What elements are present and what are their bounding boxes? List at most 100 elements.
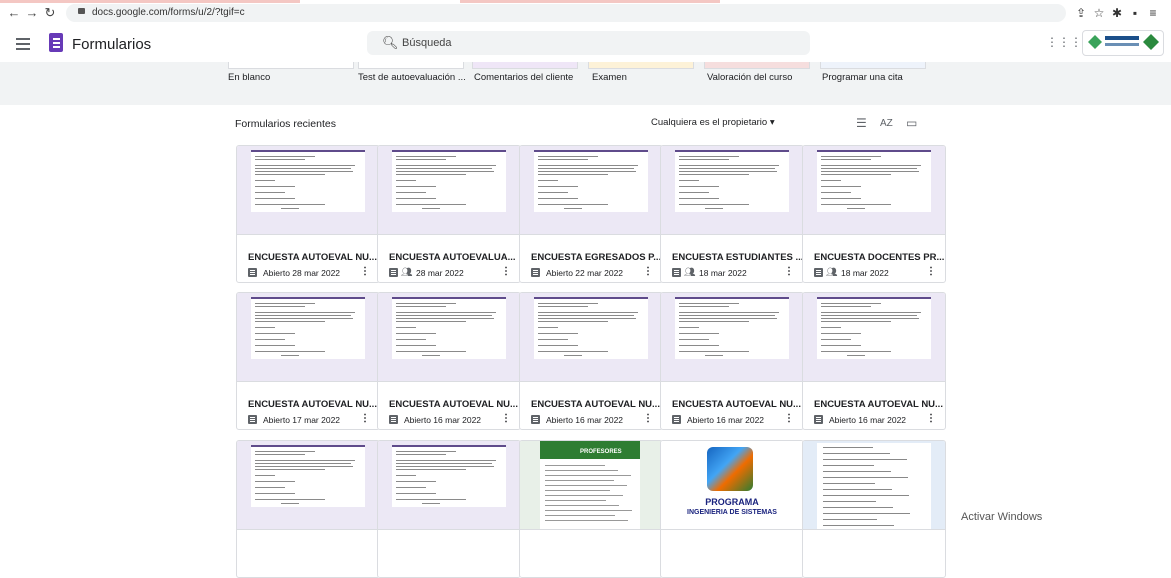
form-thumbnail[interactable]: PROFESORES xyxy=(520,441,662,530)
extensions-icon[interactable]: ✱ xyxy=(1109,5,1125,21)
form-card[interactable] xyxy=(802,440,946,578)
account-logo[interactable] xyxy=(1082,30,1164,56)
form-date: 28 mar 2022 xyxy=(416,268,464,278)
form-thumbnail[interactable] xyxy=(803,441,945,530)
form-thumbnail[interactable]: PROGRAMA INGENIERIA DE SISTEMAS xyxy=(661,441,803,530)
form-card[interactable]: ENCUESTA AUTOEVALUA... 👥︎ 28 mar 2022 ⋮ xyxy=(377,145,521,283)
form-thumbnail[interactable] xyxy=(803,146,945,235)
list-view-icon[interactable]: ☰ xyxy=(856,116,867,130)
share-icon[interactable]: ⇪ xyxy=(1073,5,1089,21)
preview-line xyxy=(705,208,723,209)
preview-line xyxy=(396,306,446,307)
more-options-icon[interactable]: ⋮ xyxy=(643,413,653,424)
preview-line xyxy=(396,168,492,169)
form-card[interactable]: ENCUESTA DOCENTES PR... 👥︎ 18 mar 2022 ⋮ xyxy=(802,145,946,283)
form-date: 18 mar 2022 xyxy=(841,268,889,278)
form-thumbnail[interactable] xyxy=(520,146,662,235)
template-label[interactable]: Test de autoevaluación ... xyxy=(358,72,466,83)
form-thumbnail[interactable] xyxy=(378,146,520,235)
form-date: 18 mar 2022 xyxy=(699,268,747,278)
preview-line xyxy=(847,208,865,209)
form-thumbnail[interactable] xyxy=(378,441,520,530)
preview-line xyxy=(847,355,865,356)
preview-line xyxy=(545,470,618,471)
form-card[interactable] xyxy=(377,440,521,578)
form-thumbnail[interactable] xyxy=(520,293,662,382)
form-thumbnail[interactable] xyxy=(803,293,945,382)
more-options-icon[interactable]: ⋮ xyxy=(926,413,936,424)
preview-line xyxy=(821,165,921,166)
preview-line xyxy=(255,198,295,199)
preview-line xyxy=(679,186,719,187)
sort-az-icon[interactable]: AZ xyxy=(880,118,893,129)
preview-line xyxy=(821,345,861,346)
form-thumbnail[interactable] xyxy=(661,293,803,382)
program-subtitle: INGENIERIA DE SISTEMAS xyxy=(687,509,777,516)
preview-line xyxy=(422,355,440,356)
preview-line xyxy=(821,198,861,199)
reload-icon[interactable]: ↻ xyxy=(42,5,58,21)
form-thumbnail[interactable] xyxy=(661,146,803,235)
preview-line xyxy=(396,339,426,340)
form-card[interactable]: ENCUESTA AUTOEVAL NU... Abierto 16 mar 20… xyxy=(377,292,521,430)
form-title: ENCUESTA AUTOEVAL NU... xyxy=(248,252,377,263)
form-card[interactable]: ENCUESTA AUTOEVAL NU... Abierto 28 mar 20… xyxy=(236,145,380,283)
form-thumbnail[interactable] xyxy=(378,293,520,382)
form-card[interactable]: ENCUESTA AUTOEVAL NU... Abierto 17 mar 20… xyxy=(236,292,380,430)
form-thumbnail[interactable] xyxy=(237,146,379,235)
window-icon[interactable]: ▪ xyxy=(1127,5,1143,21)
more-options-icon[interactable]: ⋮ xyxy=(784,413,794,424)
template-label[interactable]: Examen xyxy=(592,72,627,83)
back-icon[interactable]: ← xyxy=(6,5,22,21)
preview-line xyxy=(679,345,719,346)
form-thumbnail[interactable] xyxy=(237,293,379,382)
more-options-icon[interactable]: ⋮ xyxy=(926,266,936,277)
preview-line xyxy=(538,192,568,193)
preview-line xyxy=(396,198,436,199)
search-icon[interactable]: 🔍︎ xyxy=(382,35,399,51)
form-card[interactable]: ENCUESTA AUTOEVAL NU... Abierto 16 mar 20… xyxy=(660,292,804,430)
form-thumbnail[interactable] xyxy=(237,441,379,530)
owner-filter-dropdown[interactable]: Cualquiera es el propietario ▾ xyxy=(651,117,775,128)
template-thumb[interactable] xyxy=(228,62,354,69)
form-card[interactable]: ENCUESTA ESTUDIANTES ... 👥︎ 18 mar 2022 ⋮ xyxy=(660,145,804,283)
template-thumb[interactable] xyxy=(472,62,578,69)
preview-line xyxy=(255,312,355,313)
form-card[interactable]: ENCUESTA AUTOEVAL NU... Abierto 16 mar 20… xyxy=(519,292,663,430)
main-menu-icon[interactable] xyxy=(16,36,30,50)
more-options-icon[interactable]: ⋮ xyxy=(360,413,370,424)
template-label[interactable]: En blanco xyxy=(228,72,270,83)
template-thumb[interactable] xyxy=(820,62,926,69)
template-thumb[interactable] xyxy=(704,62,810,69)
apps-grid-icon[interactable]: ⋮⋮⋮ xyxy=(1046,35,1082,49)
form-date: Abierto 17 mar 2022 xyxy=(263,415,341,425)
preview-line xyxy=(396,499,466,500)
browser-menu-icon[interactable]: ≡ xyxy=(1145,5,1161,21)
preview-line xyxy=(396,156,456,157)
bookmark-star-icon[interactable]: ☆ xyxy=(1091,5,1107,21)
more-options-icon[interactable]: ⋮ xyxy=(501,266,511,277)
template-label[interactable]: Valoración del curso xyxy=(707,72,792,83)
header-bar xyxy=(392,297,506,299)
preview-line xyxy=(396,159,446,160)
form-card[interactable]: ENCUESTA EGRESADOS P... Abierto 22 mar 20… xyxy=(519,145,663,283)
program-logo xyxy=(707,447,753,491)
folder-icon[interactable]: ▭ xyxy=(906,116,917,130)
preview-line xyxy=(821,339,851,340)
template-label[interactable]: Programar una cita xyxy=(822,72,903,83)
form-date: Abierto 28 mar 2022 xyxy=(263,268,341,278)
forward-icon[interactable]: → xyxy=(24,5,40,21)
more-options-icon[interactable]: ⋮ xyxy=(784,266,794,277)
form-title: ENCUESTA AUTOEVAL NU... xyxy=(248,399,377,410)
form-card[interactable]: PROGRAMA INGENIERIA DE SISTEMAS xyxy=(660,440,804,578)
form-card[interactable]: ENCUESTA AUTOEVAL NU... Abierto 16 mar 20… xyxy=(802,292,946,430)
form-card[interactable]: PROFESORES xyxy=(519,440,663,578)
template-label[interactable]: Comentarios del cliente xyxy=(474,72,573,83)
header-bar xyxy=(392,150,506,152)
more-options-icon[interactable]: ⋮ xyxy=(643,266,653,277)
more-options-icon[interactable]: ⋮ xyxy=(501,413,511,424)
template-thumb[interactable] xyxy=(358,62,464,69)
form-card[interactable] xyxy=(236,440,380,578)
more-options-icon[interactable]: ⋮ xyxy=(360,266,370,277)
template-thumb[interactable] xyxy=(588,62,694,69)
